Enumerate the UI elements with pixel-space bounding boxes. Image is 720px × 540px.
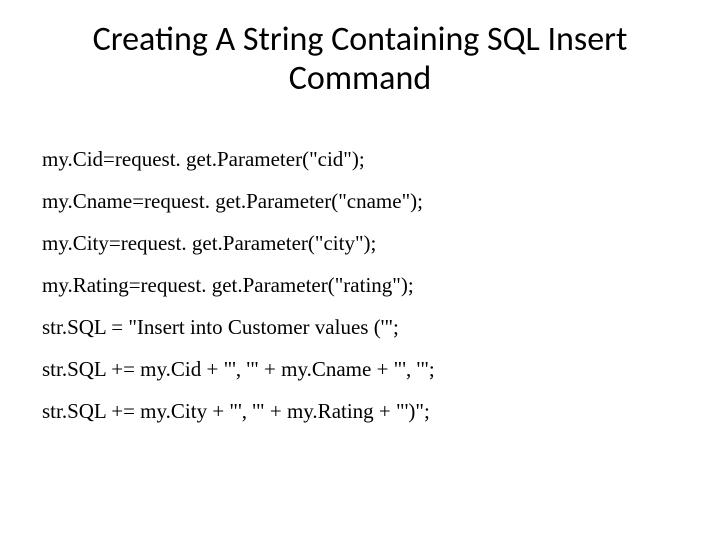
- code-line: str.SQL += my.City + "', '" + my.Rating …: [42, 390, 680, 432]
- slide: Creating A String Containing SQL Insert …: [0, 0, 720, 540]
- code-block: my.Cid=request. get.Parameter("cid"); my…: [40, 138, 680, 432]
- slide-title: Creating A String Containing SQL Insert …: [40, 20, 680, 98]
- code-line: my.Cid=request. get.Parameter("cid");: [42, 138, 680, 180]
- code-line: my.Cname=request. get.Parameter("cname")…: [42, 180, 680, 222]
- code-line: str.SQL = "Insert into Customer values (…: [42, 306, 680, 348]
- code-line: my.City=request. get.Parameter("city");: [42, 222, 680, 264]
- code-line: my.Rating=request. get.Parameter("rating…: [42, 264, 680, 306]
- code-line: str.SQL += my.Cid + "', '" + my.Cname + …: [42, 348, 680, 390]
